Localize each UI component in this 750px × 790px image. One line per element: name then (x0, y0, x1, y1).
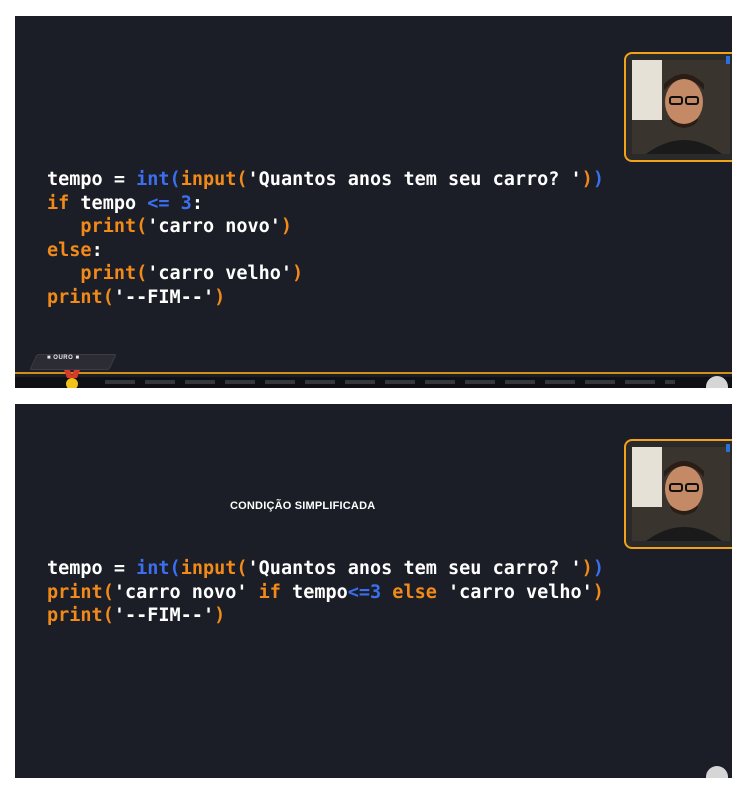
code-line: tempo = int(input('Quantos anos tem seu … (47, 557, 604, 581)
medal-icon (64, 370, 80, 388)
code-token: print (47, 263, 137, 284)
code-token: ( (236, 169, 248, 190)
ouro-badge-label: ■ OURO ■ (47, 355, 80, 361)
code-token: print (47, 605, 103, 626)
video-frame-if-else: tempo = int(input('Quantos anos tem seu … (15, 16, 732, 388)
code-token: input (180, 558, 237, 579)
code-token: tempo (280, 581, 348, 603)
code-block-ternary: tempo = int(input('Quantos anos tem seu … (47, 557, 604, 628)
code-token: else (47, 239, 92, 261)
code-token: tempo (47, 169, 103, 190)
code-token: 3 (180, 192, 192, 214)
code-token: else (381, 581, 448, 603)
code-line: print('carro velho') (47, 262, 604, 286)
code-token: ( (136, 263, 148, 284)
code-token: int (136, 558, 170, 579)
code-token: print (47, 286, 103, 308)
code-token: ) (292, 263, 304, 284)
code-token: int (136, 169, 170, 190)
code-token: ( (102, 605, 114, 626)
code-token: if (47, 192, 70, 214)
code-line: else: (47, 239, 604, 263)
code-token: '--FIM--' (113, 286, 215, 308)
code-token: ) (581, 558, 593, 579)
code-token: = (102, 558, 137, 579)
code-line: print('carro novo') (47, 215, 604, 239)
code-line: tempo = int(input('Quantos anos tem seu … (47, 168, 604, 192)
code-token: if (258, 581, 281, 603)
code-token: ) (592, 581, 604, 603)
code-token: ) (592, 558, 604, 579)
code-token: ( (236, 558, 248, 579)
code-token: ) (214, 605, 226, 626)
code-token: ( (102, 581, 114, 603)
code-token: tempo (47, 558, 103, 579)
code-line: print('--FIM--') (47, 604, 604, 628)
code-token: ( (102, 286, 114, 308)
code-token: ( (169, 558, 181, 579)
code-token: input (180, 169, 237, 190)
code-token: 'carro novo' (113, 581, 259, 603)
code-token: tempo (69, 192, 148, 214)
code-line: if tempo <= 3: (47, 192, 604, 216)
code-token: print (47, 581, 103, 603)
ticker-text (105, 380, 675, 384)
code-token: : (91, 239, 103, 261)
code-token: = (102, 169, 137, 190)
code-line: print('carro novo' if tempo<=3 else 'car… (47, 581, 604, 605)
code-token: 'Quantos anos tem seu carro? ' (247, 169, 582, 190)
code-token: print (47, 216, 137, 237)
code-token: 'Quantos anos tem seu carro? ' (247, 558, 582, 579)
code-token: 'carro velho' (448, 581, 593, 603)
code-token: 'carro novo' (147, 216, 281, 237)
slide-title: CONDIÇÃO SIMPLIFICADA (230, 500, 376, 512)
code-token: ) (581, 169, 593, 190)
badge-divider-line (15, 372, 732, 374)
code-block-if-else: tempo = int(input('Quantos anos tem seu … (47, 168, 604, 309)
code-token: 'carro velho' (147, 263, 293, 284)
code-token: ) (280, 216, 293, 237)
code-token: 3 (370, 581, 382, 603)
code-token: ) (592, 169, 604, 190)
code-token: : (191, 192, 203, 214)
webcam-accent-marker (726, 56, 730, 64)
presenter-webcam-icon (624, 52, 732, 162)
code-token: '--FIM--' (113, 605, 215, 626)
code-token: <= (347, 581, 371, 603)
webcam-accent-marker (726, 444, 730, 452)
code-token: ) (214, 286, 226, 308)
code-token: ( (136, 216, 148, 237)
code-line: print('--FIM--') (47, 286, 604, 310)
scroll-knob-icon[interactable] (706, 766, 728, 778)
code-token: ( (169, 169, 181, 190)
video-frame-simplified: CONDIÇÃO SIMPLIFICADA tempo = int(input(… (15, 404, 732, 778)
code-token: <= (147, 192, 170, 214)
presenter-webcam-icon (624, 439, 732, 549)
